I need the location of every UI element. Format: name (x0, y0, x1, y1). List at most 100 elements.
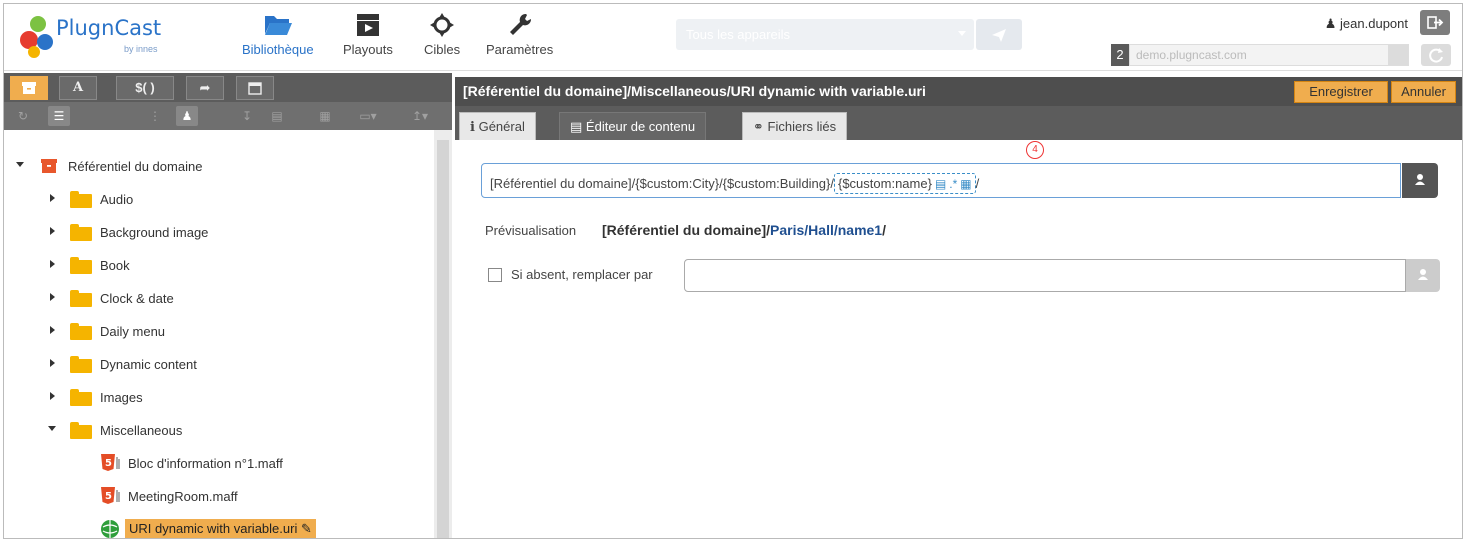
nav-label: Cibles (424, 42, 461, 57)
tab-linked-files[interactable]: ⚭ Fichiers liés (742, 112, 848, 140)
uri-variable-token[interactable]: {$custom:name} ▤ .* ▦ (833, 173, 976, 194)
tree-folder[interactable]: Book (50, 253, 130, 277)
tag-icon[interactable]: ⋮ (144, 106, 166, 126)
refresh-button[interactable] (1421, 44, 1451, 66)
tree-folder[interactable]: Background image (50, 220, 208, 244)
variable-icon: $( ) (135, 80, 155, 95)
chevron-down-icon (958, 31, 966, 36)
expand-toggle-icon[interactable] (50, 293, 55, 301)
tree-folder-label: Dynamic content (100, 356, 197, 372)
app-logo[interactable]: PlugnCast by innes (18, 14, 188, 62)
globe-icon (101, 520, 119, 538)
html5-file-icon: 5 (101, 454, 120, 471)
save-button[interactable]: Enregistrer (1294, 81, 1388, 103)
info-icon: i (470, 120, 475, 135)
library-tree: Référentiel du domaine Audio Background … (4, 130, 434, 538)
tree-folder[interactable]: Miscellaneous (48, 418, 182, 442)
uri-input[interactable]: [Référentiel du domaine]/{$custom:City}/… (481, 163, 1401, 198)
html5-file-icon: 5 (101, 487, 120, 504)
tree-folder[interactable]: Audio (50, 187, 133, 211)
expand-toggle-icon[interactable] (16, 162, 24, 167)
expand-toggle-icon[interactable] (50, 227, 55, 235)
tree-folder[interactable]: Images (50, 385, 143, 409)
device-selector[interactable]: Tous les appareils (676, 19, 974, 50)
expand-toggle-icon[interactable] (50, 359, 55, 367)
tab-calendar[interactable] (236, 76, 274, 100)
new-file-icon[interactable]: ▭▾ (350, 106, 386, 126)
nav-label: Playouts (343, 42, 393, 57)
tree-file-selected[interactable]: URI dynamic with variable.uri ✎ (100, 517, 316, 538)
tab-label: Général (478, 119, 525, 134)
crosshair-icon (430, 13, 455, 37)
user-menu[interactable]: ♟ jean.dupont (1325, 16, 1408, 32)
replace-if-absent-checkbox[interactable] (488, 268, 502, 282)
list-view-icon[interactable]: ☰ (48, 106, 70, 126)
nav-cibles[interactable]: Cibles (424, 12, 460, 57)
tab-links[interactable]: ➦ (186, 76, 224, 100)
tree-folder-label: Miscellaneous (100, 422, 183, 438)
editor-tabs: i Général ▤ Éditeur de contenu ⚭ Fichier… (455, 106, 1462, 140)
tab-variables[interactable]: $( ) (116, 76, 174, 100)
preview-end: / (882, 222, 886, 238)
tree-file-label: Bloc d'information n°1.maff (128, 455, 283, 471)
archive-icon (41, 159, 57, 173)
tree-root[interactable]: Référentiel du domaine (16, 154, 202, 178)
trash-icon[interactable]: ▦ (314, 106, 336, 126)
tree-file[interactable]: 5 Bloc d'information n°1.maff (100, 451, 283, 475)
tab-content-editor[interactable]: ▤ Éditeur de contenu (559, 112, 707, 140)
domain-number: 2 (1111, 44, 1129, 66)
tree-folder[interactable]: Dynamic content (50, 352, 197, 376)
tab-archive[interactable] (10, 76, 48, 100)
link-icon: ➦ (199, 80, 211, 95)
refresh-icon (1429, 48, 1443, 63)
refresh-icon[interactable]: ↻ (12, 106, 34, 126)
document-icon: ▤ (570, 119, 583, 134)
expand-toggle-icon[interactable] (50, 392, 55, 400)
replace-input[interactable] (684, 259, 1406, 292)
expand-toggle-icon[interactable] (48, 426, 56, 431)
clapperboard-icon (356, 14, 379, 36)
replace-insert-variable-button[interactable] (1406, 259, 1440, 292)
expand-toggle-icon[interactable] (50, 326, 55, 334)
trash-icon[interactable]: ▦ (960, 177, 971, 191)
callout-number: 4 (1026, 141, 1044, 159)
cancel-button[interactable]: Annuler (1391, 81, 1456, 103)
sign-out-icon (1427, 16, 1444, 29)
regex-icon[interactable]: .* (949, 177, 957, 191)
user-icon: ♟ (1324, 16, 1337, 31)
insert-variable-button[interactable] (1402, 163, 1438, 198)
pencil-icon[interactable]: ✎ (301, 521, 312, 536)
domain-selector-value: demo.plugncast.com (1136, 48, 1247, 62)
tab-text[interactable]: A (59, 76, 97, 100)
tree-scrollbar[interactable] (434, 130, 452, 538)
nav-bibliotheque[interactable]: Bibliothèque (242, 12, 314, 57)
rename-icon[interactable]: ▤ (266, 106, 288, 126)
folder-icon (70, 223, 92, 241)
logo-subtitle: by innes (124, 44, 158, 54)
scrollbar-thumb[interactable] (437, 140, 449, 538)
nav-playouts[interactable]: Playouts (343, 12, 393, 57)
calendar-icon (248, 82, 262, 95)
expand-toggle-icon[interactable] (50, 194, 55, 202)
download-icon[interactable]: ↧ (236, 106, 258, 126)
tab-general[interactable]: i Général (459, 112, 536, 140)
upload-icon[interactable]: ↥▾ (402, 106, 438, 126)
folder-icon (70, 355, 92, 373)
tree-file[interactable]: 5 MeetingRoom.maff (100, 484, 238, 508)
logout-button[interactable] (1420, 10, 1450, 35)
uri-suffix: / (975, 176, 980, 191)
nav-parametres[interactable]: Paramètres (486, 12, 553, 57)
text-icon: A (72, 80, 84, 95)
nav-label: Paramètres (486, 42, 554, 57)
svg-text:5: 5 (105, 491, 112, 502)
user-icon (1418, 269, 1428, 280)
tree-folder[interactable]: Clock & date (50, 286, 174, 310)
tree-folder-label: Background image (100, 224, 209, 240)
expand-toggle-icon[interactable] (50, 260, 55, 268)
edit-variable-icon[interactable]: ▤ (935, 177, 946, 191)
tree-folder[interactable]: Daily menu (50, 319, 165, 343)
domain-selector[interactable]: demo.plugncast.com (1129, 44, 1409, 66)
send-button[interactable] (976, 19, 1022, 50)
archive-icon (22, 82, 36, 94)
user-icon[interactable]: ♟ (176, 106, 198, 126)
